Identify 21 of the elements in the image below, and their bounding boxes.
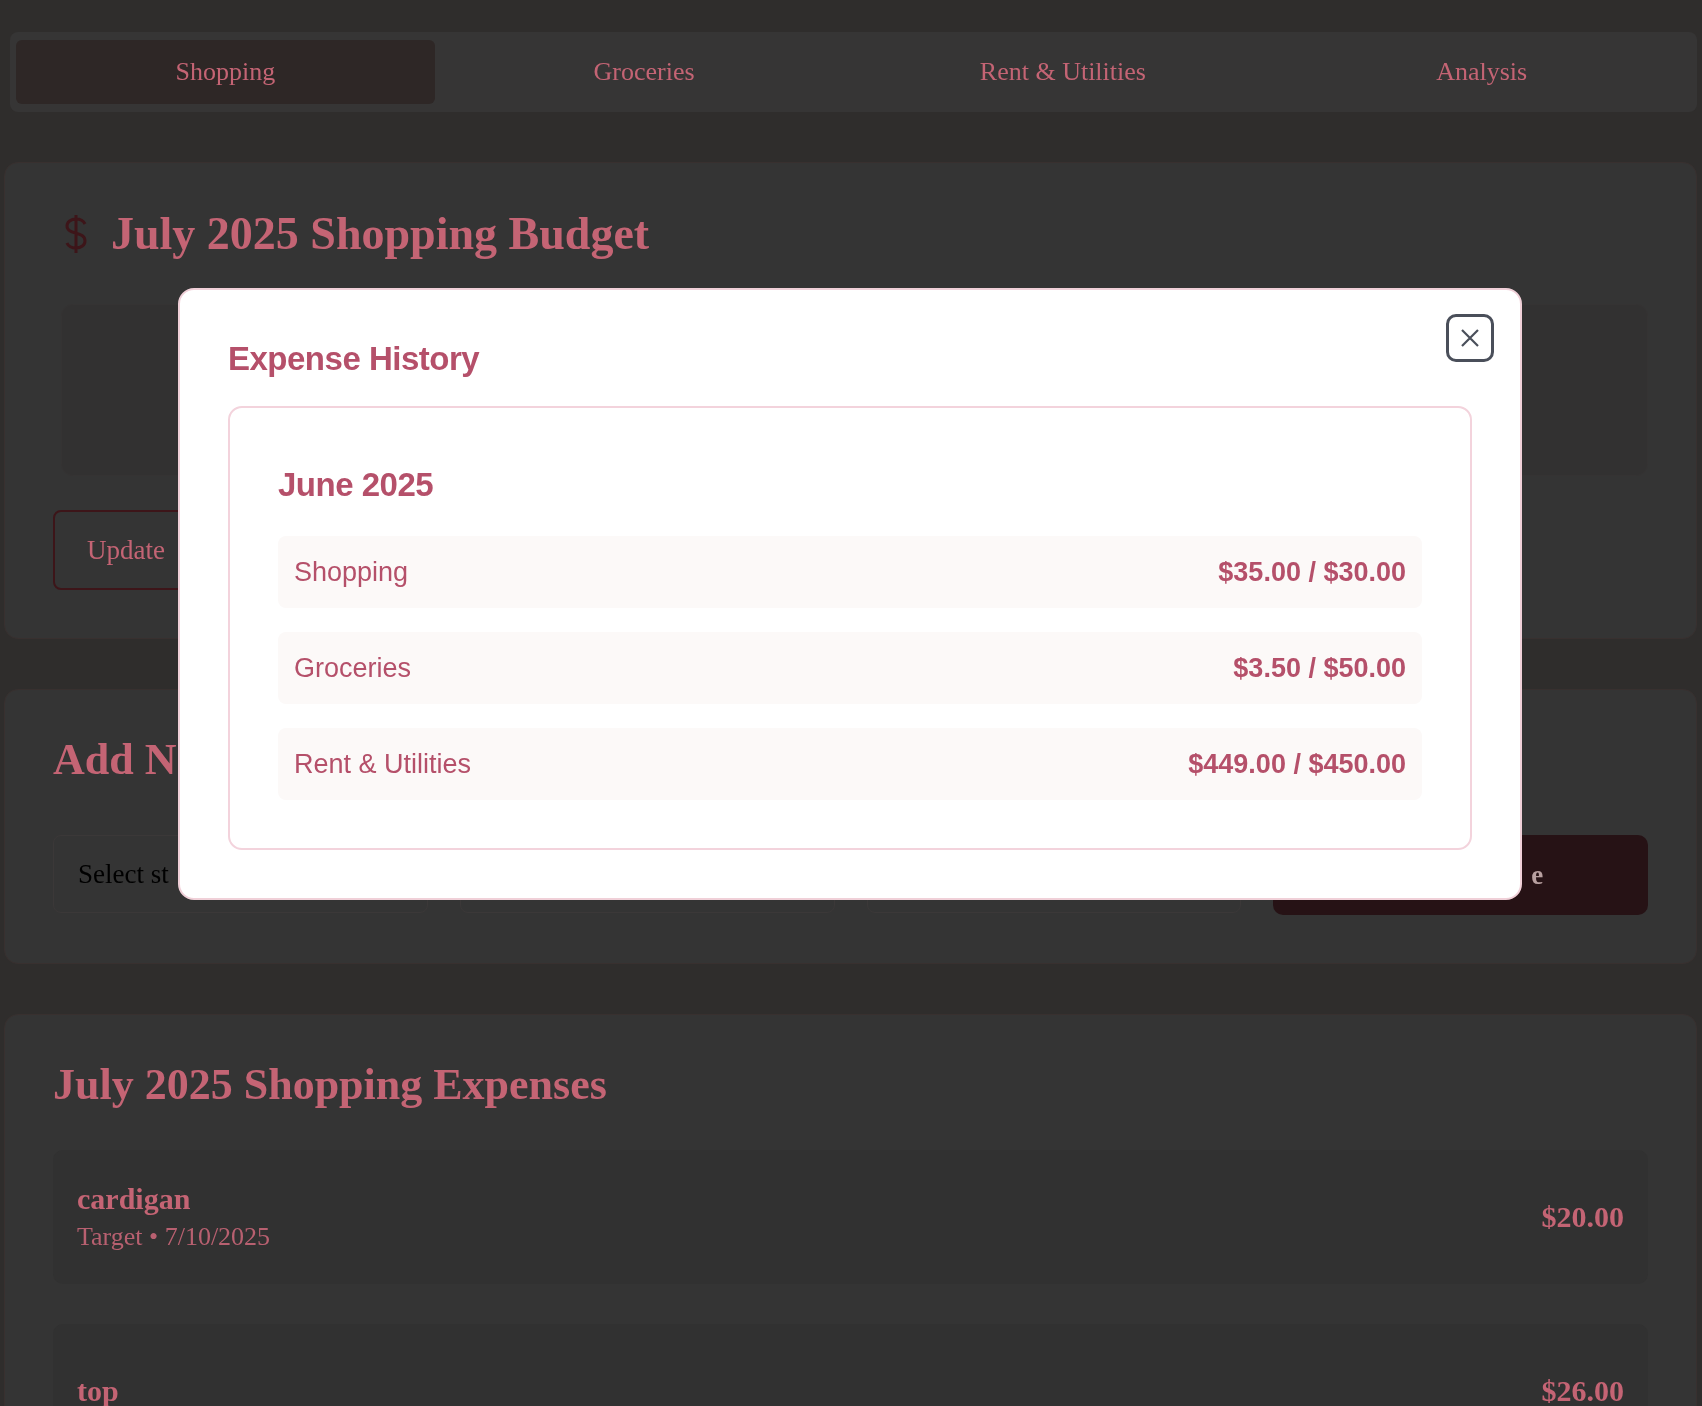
tab[interactable]: Shopping — [16, 40, 435, 104]
month-title: June 2025 — [278, 466, 435, 504]
category-name: Shopping — [294, 556, 409, 588]
expense-name: cardigan — [77, 1182, 192, 1216]
category-name: Groceries — [294, 652, 412, 684]
tab[interactable]: Rent & Utilities — [853, 40, 1273, 104]
close-button[interactable] — [1446, 314, 1494, 362]
spent-vs-budget: $3.50 / $50.00 — [1233, 652, 1406, 684]
tab[interactable]: Groceries — [434, 40, 854, 104]
expense-meta: Target • 7/10/2025 — [77, 1222, 271, 1252]
budget-title: July 2025 Shopping Budget — [111, 207, 650, 260]
dialog-title: Expense History — [228, 340, 480, 378]
expense-amount: $26.00 — [1541, 1374, 1624, 1406]
category-name: Rent & Utilities — [294, 748, 472, 780]
close-icon — [1459, 327, 1481, 349]
expenses-title: July 2025 Shopping Expenses — [53, 1059, 607, 1110]
spent-vs-budget: $449.00 / $450.00 — [1188, 748, 1406, 780]
tab[interactable]: Analysis — [1272, 40, 1691, 104]
add-expense-title: Add N — [53, 734, 177, 785]
expense-amount: $20.00 — [1541, 1200, 1624, 1234]
spent-vs-budget: $35.00 / $30.00 — [1218, 556, 1406, 588]
